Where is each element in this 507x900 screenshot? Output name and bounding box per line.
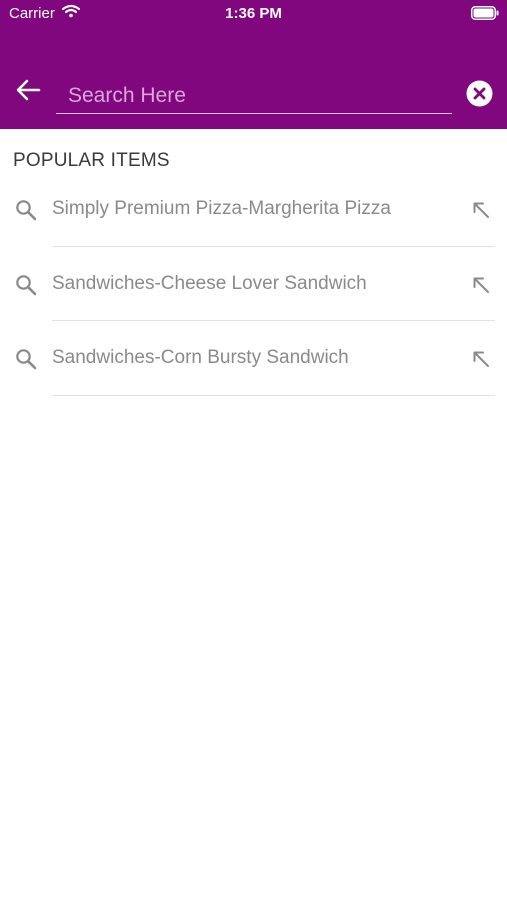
- back-arrow-icon[interactable]: [14, 77, 42, 103]
- search-icon: [16, 349, 37, 370]
- arrow-up-left-icon[interactable]: [471, 200, 491, 220]
- list-item[interactable]: Sandwiches-Corn Bursty Sandwich: [0, 321, 507, 396]
- app-header: Carrier 1:36 PM: [0, 0, 507, 129]
- search-input[interactable]: [56, 78, 452, 114]
- divider: [52, 394, 495, 396]
- arrow-up-left-icon[interactable]: [471, 275, 491, 295]
- item-label: Sandwiches-Corn Bursty Sandwich: [52, 347, 349, 368]
- status-bar: Carrier 1:36 PM: [0, 0, 507, 28]
- search-icon: [16, 200, 37, 221]
- clear-search-icon[interactable]: [466, 80, 493, 107]
- section-title-popular-items: POPULAR ITEMS: [13, 150, 170, 171]
- status-time: 1:36 PM: [225, 5, 282, 22]
- item-label: Simply Premium Pizza-Margherita Pizza: [52, 198, 391, 219]
- list-item[interactable]: Simply Premium Pizza-Margherita Pizza: [0, 172, 507, 247]
- list-item[interactable]: Sandwiches-Cheese Lover Sandwich: [0, 247, 507, 321]
- arrow-up-left-icon[interactable]: [471, 349, 491, 369]
- battery-icon: [471, 6, 499, 20]
- search-icon: [16, 274, 37, 295]
- popular-items-list: Simply Premium Pizza-Margherita Pizza Sa…: [0, 172, 507, 396]
- item-label: Sandwiches-Cheese Lover Sandwich: [52, 272, 367, 294]
